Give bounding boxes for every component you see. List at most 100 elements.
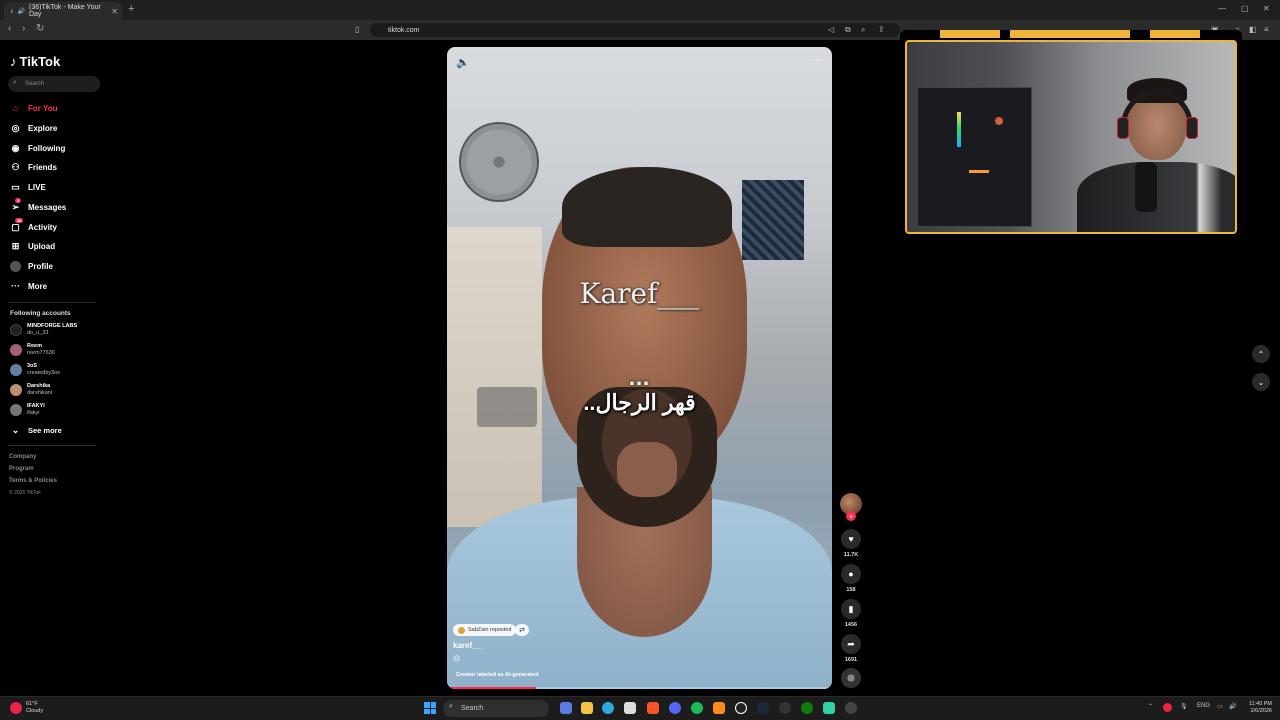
video-player[interactable]: Karef___ ... قهر الرجال.. 🔈 ··· SabZain … <box>447 47 832 689</box>
share-icon[interactable]: ➦ <box>841 634 861 654</box>
video-hair <box>562 167 732 247</box>
weather-widget[interactable]: 61°F Cloudy <box>10 701 43 715</box>
split-view-icon[interactable]: ◧ <box>1249 25 1257 34</box>
open-app-icon[interactable]: ⧉ <box>845 25 851 35</box>
ai-label: Creator labeled as AI-generated <box>456 672 539 678</box>
nav-activity[interactable]: ▢ 36 Activity <box>10 217 57 235</box>
mute-site-icon[interactable]: ◁ <box>828 25 834 34</box>
video-progress-bar[interactable] <box>447 687 832 689</box>
repost-icon[interactable]: ⇄ <box>515 624 529 636</box>
store-icon[interactable] <box>624 702 636 714</box>
url-field[interactable]: tiktok.com <box>370 23 900 37</box>
menu-icon[interactable]: ≡ <box>1264 25 1269 34</box>
account-item[interactable]: Reem reem77636 <box>10 341 55 359</box>
activity-icon: ▢ 36 <box>11 217 24 232</box>
sound-icon[interactable]: ☹ <box>453 655 460 663</box>
more-options-icon[interactable]: ··· <box>812 54 823 66</box>
clock[interactable]: 11:40 PM 2/6/2026 <box>1240 701 1272 715</box>
more-icon: ··· <box>11 281 20 291</box>
close-tab-icon[interactable]: ✕ <box>111 7 118 16</box>
like-icon[interactable]: ♥ <box>841 529 861 549</box>
profile-icon <box>10 260 21 272</box>
nav-more[interactable]: ··· More <box>10 278 47 294</box>
chat-app-icon[interactable] <box>823 702 835 714</box>
volume-icon[interactable]: 🔊 <box>1229 703 1236 710</box>
file-explorer-icon[interactable] <box>581 702 593 714</box>
edge-icon[interactable] <box>602 702 614 714</box>
next-video-button[interactable]: ⌄ <box>1252 373 1270 391</box>
footer-company-link[interactable]: Company <box>9 454 36 460</box>
webcam-microphone <box>1135 162 1157 212</box>
zoom-icon[interactable]: ⌕ <box>861 25 865 35</box>
comment-icon[interactable]: ● <box>841 564 861 584</box>
browser-tab-bar: ♪ 🔊 (36)TikTok - Make Your Day ✕ + — ▢ ✕ <box>0 0 1280 20</box>
live-icon: ▭ <box>11 181 20 192</box>
cloud-app-icon[interactable] <box>713 702 725 714</box>
music-disc-icon[interactable] <box>841 668 861 688</box>
spotify-icon[interactable] <box>691 702 703 714</box>
avatar <box>10 404 22 416</box>
video-overlay-name: Karef___ <box>579 277 700 310</box>
volume-icon[interactable]: 🔈 <box>456 56 470 69</box>
steam-icon[interactable] <box>757 702 769 714</box>
nav-live[interactable]: ▭ LIVE <box>10 179 46 195</box>
tray-app-icon[interactable] <box>1163 703 1172 712</box>
nav-messages[interactable]: ➢ 3 Messages <box>10 197 66 215</box>
webcam-rgb-light <box>957 112 961 147</box>
start-button[interactable] <box>424 702 436 714</box>
minimize-icon[interactable]: — <box>1218 4 1226 13</box>
webcam-earcup <box>1186 117 1198 139</box>
network-icon[interactable]: ▭ <box>1217 703 1223 710</box>
nav-explore[interactable]: ◎ Explore <box>10 120 58 136</box>
new-tab-button[interactable]: + <box>128 3 134 15</box>
maximize-icon[interactable]: ▢ <box>1241 4 1249 13</box>
video-author[interactable]: karef__ <box>453 641 481 650</box>
tray-overflow-icon[interactable]: ⌃ <box>1148 703 1153 710</box>
footer-program-link[interactable]: Program <box>9 466 34 472</box>
avatar <box>10 324 22 336</box>
account-item[interactable]: 3oS createdby3os <box>10 361 60 379</box>
close-window-icon[interactable]: ✕ <box>1263 4 1270 13</box>
repost-badge[interactable]: SabZain reposted <box>453 624 517 636</box>
obs-icon[interactable] <box>735 702 747 714</box>
bookmark-icon[interactable]: ▯ <box>355 25 359 34</box>
copilot-icon[interactable] <box>560 702 572 714</box>
nav-profile[interactable]: Profile <box>10 258 53 274</box>
settings-icon[interactable] <box>845 702 857 714</box>
forward-icon[interactable]: › <box>22 23 25 34</box>
tiktok-logo[interactable]: ♪ TikTok <box>10 54 60 69</box>
divider <box>8 445 96 446</box>
xbox-icon[interactable] <box>801 702 813 714</box>
discord-icon[interactable] <box>669 702 681 714</box>
follow-plus-icon[interactable]: + <box>846 511 856 521</box>
account-item[interactable]: IFAKYI ifakyi <box>10 401 45 419</box>
browser-tab[interactable]: ♪ 🔊 (36)TikTok - Make Your Day ✕ <box>4 2 122 20</box>
search-input[interactable]: ⌕ Search <box>8 76 100 92</box>
microphone-icon[interactable]: 🎙 <box>1180 703 1188 710</box>
footer-terms-link[interactable]: Terms & Policies <box>9 478 57 484</box>
windows-taskbar: 61°F Cloudy ⌕ Search ⌃ 🎙 ENG ▭ 🔊 11:40 PM… <box>0 696 1280 720</box>
account-item[interactable]: Darshika darshikanl <box>10 381 52 399</box>
previous-video-button[interactable]: ⌃ <box>1252 345 1270 363</box>
nav-for-you[interactable]: ⌂ For You <box>10 100 58 116</box>
back-icon[interactable]: ‹ <box>8 23 11 34</box>
reload-icon[interactable]: ↻ <box>36 23 44 34</box>
chevron-up-icon: ⌃ <box>1257 349 1265 359</box>
app-icon[interactable] <box>779 702 791 714</box>
share-icon[interactable]: ⇪ <box>878 25 885 34</box>
nav-following[interactable]: ◉ Following <box>10 140 66 156</box>
language-indicator[interactable]: ENG <box>1197 703 1210 709</box>
activity-badge: 36 <box>15 217 24 223</box>
bookmark-icon[interactable]: ▮ <box>841 599 861 619</box>
webcam-pc-case <box>917 87 1032 227</box>
following-accounts-title: Following accounts <box>10 310 71 317</box>
nav-upload[interactable]: ⊞ Upload <box>10 238 55 254</box>
nav-friends[interactable]: ⚇ Friends <box>10 159 56 175</box>
avatar <box>10 384 22 396</box>
see-more-button[interactable]: ⌄ See more <box>10 422 62 438</box>
account-item[interactable]: MINDFORGE LABS do_u_33 <box>10 321 77 339</box>
taskbar-search[interactable]: ⌕ Search <box>443 700 549 717</box>
audio-icon[interactable]: 🔊 <box>18 8 25 15</box>
chevron-down-icon: ⌄ <box>11 424 20 435</box>
brave-icon[interactable] <box>647 702 659 714</box>
